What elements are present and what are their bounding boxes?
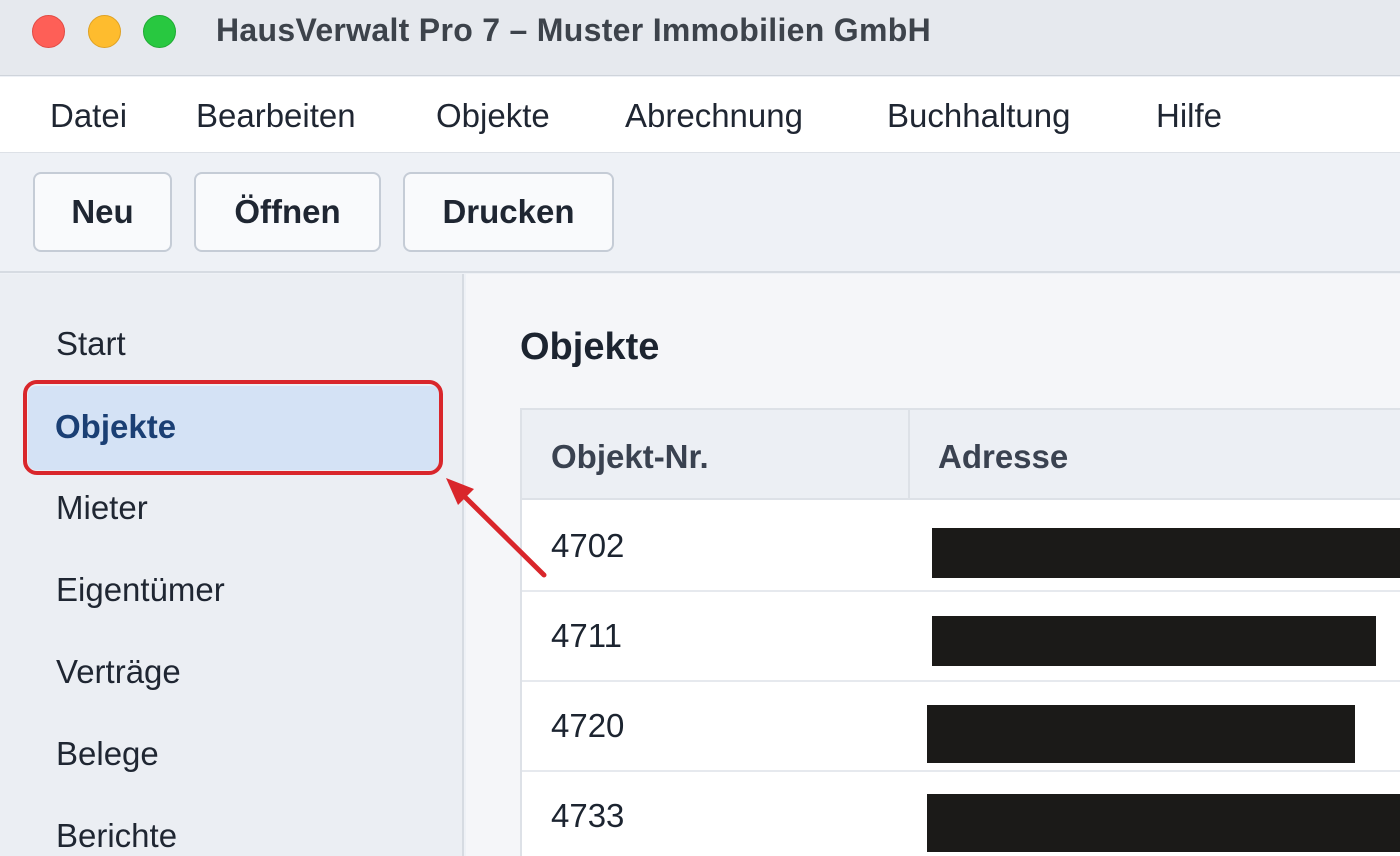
table-header: Objekt-Nr. Adresse (522, 410, 1400, 500)
table-row[interactable]: 4702 (522, 502, 1400, 592)
minimize-window-button[interactable] (88, 15, 121, 48)
zoom-window-button[interactable] (143, 15, 176, 48)
redacted-address (932, 616, 1376, 666)
sidebar-item-label: Objekte (55, 408, 177, 445)
redacted-address (932, 528, 1400, 578)
menu-hilfe[interactable]: Hilfe (1156, 97, 1222, 135)
sidebar-item-objekte[interactable]: Objekte (28, 386, 440, 470)
close-window-button[interactable] (32, 15, 65, 48)
sidebar-item-vertraege[interactable]: Verträge (56, 653, 181, 691)
sidebar-item-berichte[interactable]: Berichte (56, 817, 177, 855)
toolbar: Neu Öffnen Drucken (0, 154, 1400, 273)
menu-datei[interactable]: Datei (50, 97, 127, 135)
sidebar-item-eigentuemer[interactable]: Eigentümer (56, 571, 225, 609)
redacted-address (927, 794, 1400, 852)
sidebar-item-mieter[interactable]: Mieter (56, 489, 148, 527)
page-title: Objekte (520, 326, 660, 368)
menu-bar: Datei Bearbeiten Objekte Abrechnung Buch… (0, 77, 1400, 153)
sidebar: Start Objekte Mieter Eigentümer Verträge… (0, 274, 464, 856)
column-divider[interactable] (908, 410, 910, 500)
cell-objekt-nr: 4702 (551, 527, 625, 564)
redacted-address (927, 705, 1355, 763)
cell-objekt-nr: 4720 (551, 707, 625, 744)
new-button[interactable]: Neu (33, 172, 172, 252)
cell-objekt-nr: 4733 (551, 797, 625, 834)
menu-buchhaltung[interactable]: Buchhaltung (887, 97, 1070, 135)
objects-table: Objekt-Nr. Adresse 4702 4711 4720 4733 (520, 408, 1400, 856)
menu-abrechnung[interactable]: Abrechnung (625, 97, 803, 135)
cell-objekt-nr: 4711 (551, 617, 622, 654)
column-header-adresse[interactable]: Adresse (938, 438, 1068, 476)
menu-bearbeiten[interactable]: Bearbeiten (196, 97, 356, 135)
menu-objekte[interactable]: Objekte (436, 97, 550, 135)
window-title: HausVerwalt Pro 7 – Muster Immobilien Gm… (216, 12, 932, 48)
table-row[interactable]: 4733 (522, 772, 1400, 856)
title-bar: HausVerwalt Pro 7 – Muster Immobilien Gm… (0, 0, 1400, 76)
sidebar-item-start[interactable]: Start (56, 325, 126, 363)
print-button[interactable]: Drucken (403, 172, 614, 252)
column-header-objekt-nr[interactable]: Objekt-Nr. (551, 438, 709, 476)
open-button[interactable]: Öffnen (194, 172, 381, 252)
table-row[interactable]: 4720 (522, 682, 1400, 772)
sidebar-item-belege[interactable]: Belege (56, 735, 159, 773)
table-row[interactable]: 4711 (522, 592, 1400, 682)
